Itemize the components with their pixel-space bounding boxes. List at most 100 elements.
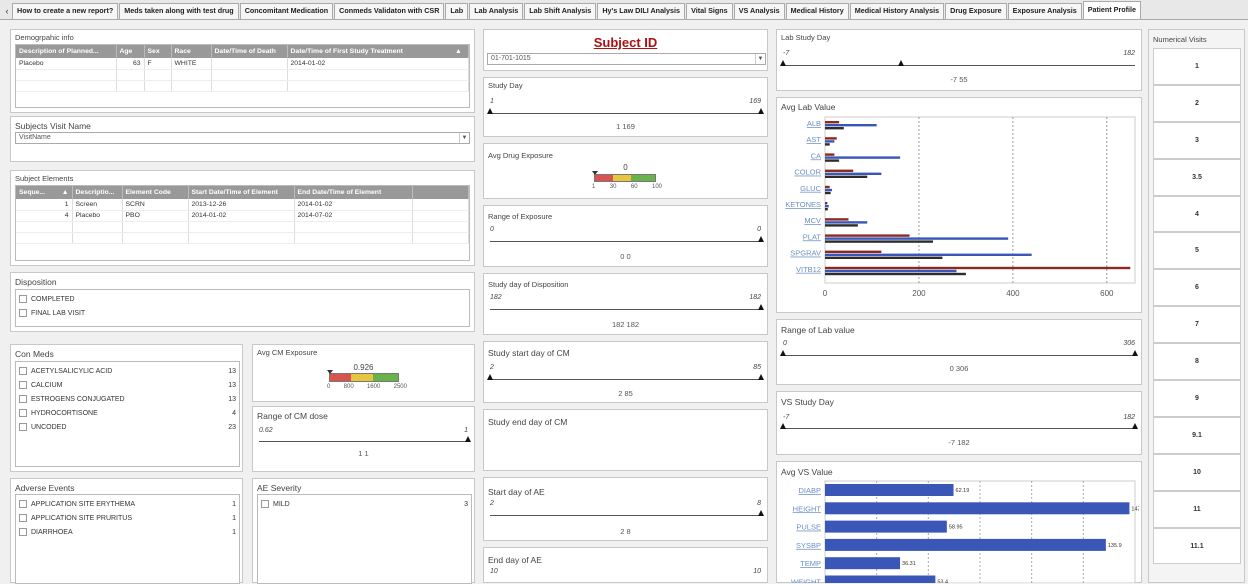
slider-handle-max[interactable] — [758, 304, 764, 310]
slider-track — [490, 515, 761, 516]
col-first-treatment[interactable]: Date/Time of First Study Treatment ▲ — [287, 45, 469, 58]
col-death[interactable]: Date/Time of Death — [211, 45, 288, 58]
slider-handle-max[interactable] — [758, 510, 764, 516]
tab-item[interactable]: Patient Profile — [1082, 1, 1142, 19]
demographic-table[interactable]: Description of Planned... Age Sex Race D… — [15, 44, 470, 108]
end-day-ae-slider[interactable]: 10 10 — [490, 568, 761, 582]
list-item[interactable]: APPLICATION SITE PRURITUS 1 — [19, 511, 236, 525]
list-item[interactable]: CALCIUM 13 — [19, 378, 236, 392]
start-day-ae-slider[interactable]: 2 8 2 8 — [490, 500, 764, 536]
col-end-date[interactable]: End Date/Time of Element — [294, 186, 413, 199]
slider-handle-min[interactable] — [780, 423, 786, 429]
tab-item[interactable]: Concomitant Medication — [239, 3, 334, 19]
visit-item[interactable]: 9.1 — [1153, 416, 1241, 454]
tab-item[interactable]: Lab Analysis — [469, 3, 524, 19]
visit-item[interactable]: 11.1 — [1153, 527, 1241, 565]
list-item[interactable]: HYDROCORTISONE 4 — [19, 406, 236, 420]
visit-item[interactable]: 11 — [1153, 490, 1241, 528]
tab-item[interactable]: Exposure Analysis — [1007, 3, 1082, 19]
tab-item[interactable]: How to create a new report? — [12, 3, 119, 19]
checkbox[interactable] — [19, 514, 27, 522]
table-row[interactable]: 4 Placebo PBO 2014-01-02 2014-07-02 — [16, 210, 469, 222]
slider-handle-max[interactable] — [758, 374, 764, 380]
visit-name-dropdown[interactable]: VisitName ▼ — [15, 132, 470, 144]
checkbox[interactable] — [19, 395, 27, 403]
checkbox[interactable] — [19, 500, 27, 508]
visit-item[interactable]: 4 — [1153, 195, 1241, 233]
col-description[interactable]: Descriptio... — [72, 186, 123, 199]
visit-item[interactable]: 10 — [1153, 453, 1241, 491]
checkbox[interactable] — [19, 409, 27, 417]
visit-item[interactable]: 1 — [1153, 48, 1241, 85]
visit-item[interactable]: 8 — [1153, 343, 1241, 381]
list-item[interactable]: FINAL LAB VISIT — [19, 306, 466, 320]
visit-item[interactable]: 9 — [1153, 380, 1241, 417]
range-exposure-slider[interactable]: 0 0 0 0 — [490, 226, 764, 262]
slider-handle-max[interactable] — [758, 236, 764, 242]
subject-elements-table[interactable]: Seque... ▲ Descriptio... Element Code Sta… — [15, 185, 470, 261]
col-sequence[interactable]: Seque... ▲ — [16, 186, 73, 199]
slider-handle-max[interactable] — [465, 436, 471, 442]
col-sex[interactable]: Sex — [144, 45, 172, 58]
tab-item[interactable]: Medical History Analysis — [849, 3, 945, 19]
slider-handle-max[interactable] — [1132, 423, 1138, 429]
list-item[interactable]: COMPLETED — [19, 292, 466, 306]
checkbox[interactable] — [19, 528, 27, 536]
study-start-cm-slider[interactable]: 2 85 2 85 — [487, 364, 764, 400]
slider-handle-min[interactable] — [487, 374, 493, 380]
tab-item[interactable]: Hy's Law DILI Analysis — [597, 3, 686, 19]
range-lab-value-slider[interactable]: 0 306 0 306 — [780, 340, 1138, 380]
col-start-date[interactable]: Start Date/Time of Element — [188, 186, 295, 199]
slider-handle-min[interactable] — [487, 108, 493, 114]
visit-item[interactable]: 3 — [1153, 121, 1241, 159]
visit-item[interactable]: 3.5 — [1153, 158, 1241, 196]
list-item[interactable]: UNCODED 23 — [19, 420, 236, 434]
checkbox[interactable] — [19, 381, 27, 389]
list-item[interactable]: MILD 3 — [261, 497, 468, 511]
tab-item[interactable]: Drug Exposure — [945, 3, 1007, 19]
visit-item[interactable]: 2 — [1153, 84, 1241, 122]
col-race[interactable]: Race — [171, 45, 212, 58]
tab-item[interactable]: VS Analysis — [733, 3, 785, 19]
slider-handle-min[interactable] — [780, 60, 786, 66]
list-item[interactable]: DIARRHOEA 1 — [19, 525, 236, 539]
checkbox[interactable] — [19, 423, 27, 431]
slider-handle-max[interactable] — [758, 108, 764, 114]
subject-id-dropdown[interactable]: 01-701-1015 ▼ — [487, 53, 766, 65]
x-tick-label: 600 — [1100, 289, 1114, 298]
tab-item[interactable]: Medical History — [785, 3, 849, 19]
table-row[interactable]: Placebo 63 F WHITE 2014-01-02 — [16, 58, 469, 70]
col-age[interactable]: Age — [116, 45, 145, 58]
col-description[interactable]: Description of Planned... — [16, 45, 117, 58]
slider-handle-max[interactable] — [1132, 350, 1138, 356]
visit-item[interactable]: 5 — [1153, 232, 1241, 270]
slider-handle-min[interactable] — [780, 350, 786, 356]
col-element-code[interactable]: Element Code — [122, 186, 189, 199]
list-item[interactable]: ACETYLSALICYLIC ACID 13 — [19, 364, 236, 378]
study-day-slider[interactable]: 1 169 1 169 — [487, 96, 764, 132]
range-cm-dose-slider[interactable]: 0.62 1 1 1 — [259, 427, 471, 458]
checkbox[interactable] — [261, 500, 269, 508]
visit-name-value: VisitName — [19, 134, 51, 141]
list-item[interactable]: APPLICATION SITE ERYTHEMA 1 — [19, 497, 236, 511]
tab-item[interactable]: Lab — [445, 3, 469, 19]
checkbox[interactable] — [19, 367, 27, 375]
visit-item[interactable]: 6 — [1153, 269, 1241, 307]
tab-item[interactable]: Lab Shift Analysis — [524, 3, 597, 19]
vs-study-day-slider[interactable]: -7 182 -7 182 — [780, 412, 1138, 452]
bar — [825, 272, 966, 276]
tab-item[interactable]: Meds taken along with test drug — [119, 3, 239, 19]
table-row[interactable]: 1 Screen SCRN 2013-12-26 2014-01-02 — [16, 199, 469, 211]
ae-severity-panel: AE Severity MILD 3 — [252, 478, 475, 584]
slider-handle-max[interactable] — [898, 60, 904, 66]
tab-item[interactable]: Vital Signs — [686, 3, 733, 19]
visit-item[interactable]: 7 — [1153, 306, 1241, 344]
lab-study-day-slider[interactable]: -7 182 -7 55 — [780, 47, 1135, 87]
list-item[interactable]: ESTROGENS CONJUGATED 13 — [19, 392, 236, 406]
checkbox[interactable] — [19, 309, 27, 317]
study-day-disposition-slider[interactable]: 182 182 182 182 — [490, 294, 764, 330]
checkbox[interactable] — [19, 295, 27, 303]
tab-scroll-left-icon[interactable]: ‹ — [2, 3, 12, 19]
tab-item[interactable]: Conmeds Validaton with CSR — [334, 3, 445, 19]
tick-label: 800 — [343, 384, 354, 390]
